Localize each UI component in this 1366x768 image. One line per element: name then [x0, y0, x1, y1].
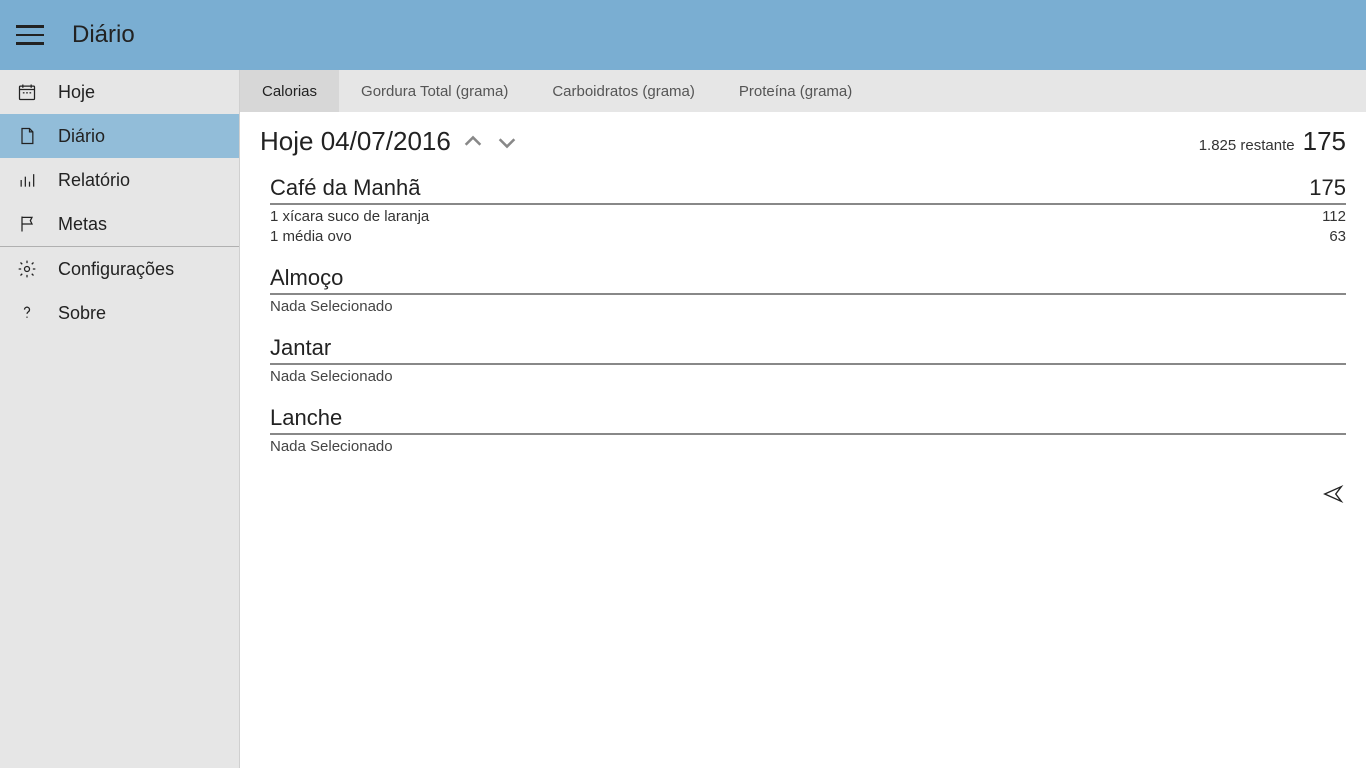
meals-container: Café da Manhã 175 1 xícara suco de laranja… [260, 175, 1346, 455]
meal-title: Almoço [270, 265, 343, 291]
sidebar-item-diario[interactable]: Diário [0, 114, 239, 158]
date-title: Hoje 04/07/2016 [260, 126, 451, 157]
food-value: 112 [1322, 208, 1346, 225]
remaining-value: 175 [1303, 126, 1346, 157]
meal-block-lunch: Almoço Nada Selecionado [270, 265, 1346, 315]
meal-block-snack: Lanche Nada Selecionado [270, 405, 1346, 455]
tabs: Calorias Gordura Total (grama) Carboidra… [240, 70, 1366, 112]
remaining-label: 1.825 restante [1199, 137, 1295, 154]
meal-title: Jantar [270, 335, 331, 361]
calendar-icon [16, 81, 38, 103]
tab-calorias[interactable]: Calorias [240, 70, 339, 112]
document-icon [16, 125, 38, 147]
hamburger-line [16, 42, 44, 45]
sidebar-item-metas[interactable]: Metas [0, 202, 239, 246]
tab-label: Gordura Total (grama) [361, 83, 508, 100]
food-row[interactable]: 1 xícara suco de laranja 112 [270, 205, 1346, 225]
next-day-button[interactable] [495, 130, 519, 154]
hamburger-line [16, 25, 44, 28]
meal-header[interactable]: Almoço [270, 265, 1346, 295]
sidebar-item-hoje[interactable]: Hoje [0, 70, 239, 114]
meal-empty-label: Nada Selecionado [270, 435, 1346, 455]
meal-block-dinner: Jantar Nada Selecionado [270, 335, 1346, 385]
meal-empty-label: Nada Selecionado [270, 365, 1346, 385]
sidebar-item-relatorio[interactable]: Relatório [0, 158, 239, 202]
gear-icon [16, 258, 38, 280]
titlebar: Diário [0, 0, 1366, 70]
tab-carboidratos[interactable]: Carboidratos (grama) [530, 70, 717, 112]
tab-label: Proteína (grama) [739, 83, 852, 100]
menu-button[interactable] [16, 19, 48, 51]
tab-gordura[interactable]: Gordura Total (grama) [339, 70, 530, 112]
question-icon [16, 302, 38, 324]
sidebar-item-label: Configurações [58, 259, 174, 280]
date-left: Hoje 04/07/2016 [260, 126, 519, 157]
body-area: Hoje Diário Relatório Metas Config [0, 70, 1366, 768]
page-title: Diário [72, 21, 135, 49]
meal-empty-label: Nada Selecionado [270, 295, 1346, 315]
meal-block-breakfast: Café da Manhã 175 1 xícara suco de laranja… [270, 175, 1346, 245]
tab-label: Carboidratos (grama) [552, 83, 695, 100]
food-desc: 1 média ovo [270, 228, 352, 245]
hamburger-line [16, 34, 44, 37]
meal-title: Café da Manhã [270, 175, 420, 201]
sidebar-item-label: Relatório [58, 170, 130, 191]
sidebar-item-sobre[interactable]: Sobre [0, 291, 239, 335]
meal-title: Lanche [270, 405, 342, 431]
flag-icon [16, 213, 38, 235]
meal-header[interactable]: Lanche [270, 405, 1346, 435]
food-row[interactable]: 1 média ovo 63 [270, 225, 1346, 245]
send-button[interactable] [1320, 481, 1346, 507]
sidebar-item-label: Diário [58, 126, 105, 147]
main: Calorias Gordura Total (grama) Carboidra… [240, 70, 1366, 768]
date-right: 1.825 restante 175 [1199, 126, 1346, 157]
date-row: Hoje 04/07/2016 1.825 restante 175 [260, 126, 1346, 157]
meal-total: 175 [1309, 175, 1346, 201]
sidebar-item-config[interactable]: Configurações [0, 247, 239, 291]
previous-day-button[interactable] [461, 130, 485, 154]
meal-header[interactable]: Café da Manhã 175 [270, 175, 1346, 205]
bar-chart-icon [16, 169, 38, 191]
content: Hoje 04/07/2016 1.825 restante 175 Café … [240, 112, 1366, 768]
tab-label: Calorias [262, 83, 317, 100]
tab-proteina[interactable]: Proteína (grama) [717, 70, 874, 112]
meal-header[interactable]: Jantar [270, 335, 1346, 365]
sidebar: Hoje Diário Relatório Metas Config [0, 70, 240, 768]
sidebar-item-label: Sobre [58, 303, 106, 324]
sidebar-item-label: Hoje [58, 82, 95, 103]
sidebar-item-label: Metas [58, 214, 107, 235]
food-desc: 1 xícara suco de laranja [270, 208, 429, 225]
food-value: 63 [1329, 228, 1346, 245]
